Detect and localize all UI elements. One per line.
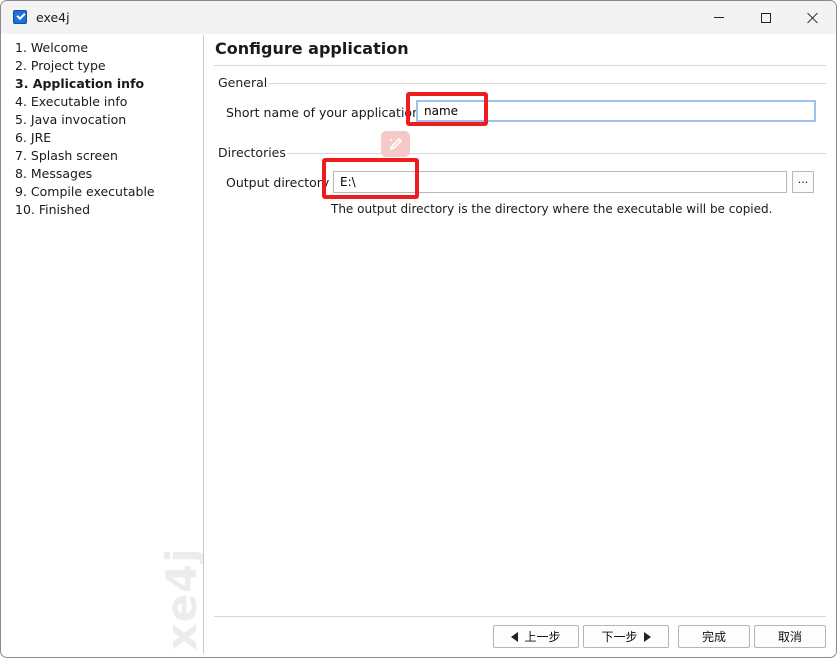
- exe4j-window: exe4j 1. Welcome 2. Project type 3. Applic…: [0, 0, 837, 658]
- annotation-box-short-name: [406, 92, 488, 126]
- annotation-box-output-directory: [322, 158, 419, 199]
- back-button[interactable]: 上一步: [493, 625, 579, 648]
- directories-divider: [287, 153, 826, 154]
- directories-section-label: Directories: [218, 145, 286, 160]
- maximize-button[interactable]: [743, 1, 789, 34]
- maximize-icon: [761, 12, 771, 23]
- exe4j-watermark: exe4j: [157, 547, 204, 654]
- exe4j-app-icon: [13, 10, 27, 24]
- pen-badge[interactable]: [381, 131, 410, 157]
- title-bar: exe4j: [1, 1, 836, 34]
- arrow-right-icon: [643, 631, 651, 642]
- step-item[interactable]: 5. Java invocation: [15, 111, 203, 129]
- steps-list: 1. Welcome 2. Project type 3. Application …: [5, 35, 203, 219]
- step-item[interactable]: 10. Finished: [15, 201, 203, 219]
- arrow-left-icon: [511, 631, 519, 642]
- wizard-steps-sidebar: 1. Welcome 2. Project type 3. Application …: [5, 35, 204, 654]
- step-item[interactable]: 8. Messages: [15, 165, 203, 183]
- step-item[interactable]: 7. Splash screen: [15, 147, 203, 165]
- step-item[interactable]: 2. Project type: [15, 57, 203, 75]
- step-item[interactable]: 3. Application info: [15, 75, 203, 93]
- general-divider: [269, 83, 826, 84]
- step-item[interactable]: 1. Welcome: [15, 39, 203, 57]
- browse-output-directory-button[interactable]: ...: [792, 171, 814, 193]
- window-title: exe4j: [36, 10, 70, 25]
- general-section-label: General: [218, 75, 268, 90]
- close-icon: [807, 12, 819, 24]
- cancel-button-label: 取消: [777, 630, 802, 644]
- finish-button-label: 完成: [701, 630, 726, 644]
- close-button[interactable]: [790, 1, 836, 34]
- main-content: Configure application General Short name…: [205, 35, 836, 654]
- step-item[interactable]: 6. JRE: [15, 129, 203, 147]
- minimize-button[interactable]: [696, 1, 742, 34]
- minimize-icon: [714, 17, 724, 18]
- main-panel: Configure application General Short name…: [205, 35, 836, 654]
- step-item[interactable]: 9. Compile executable: [15, 183, 203, 201]
- step-item[interactable]: 4. Executable info: [15, 93, 203, 111]
- next-button[interactable]: 下一步: [583, 625, 669, 648]
- pen-icon: [389, 137, 402, 151]
- page-title: Configure application: [215, 39, 409, 58]
- cancel-button[interactable]: 取消: [754, 625, 826, 648]
- output-directory-hint: The output directory is the directory wh…: [331, 202, 773, 216]
- finish-button[interactable]: 完成: [678, 625, 750, 648]
- next-button-label: 下一步: [601, 630, 638, 644]
- short-name-label: Short name of your application: [226, 105, 420, 120]
- title-divider: [214, 65, 826, 66]
- output-directory-label: Output directory: [226, 175, 330, 190]
- back-button-label: 上一步: [524, 630, 561, 644]
- button-bar-divider: [214, 616, 826, 617]
